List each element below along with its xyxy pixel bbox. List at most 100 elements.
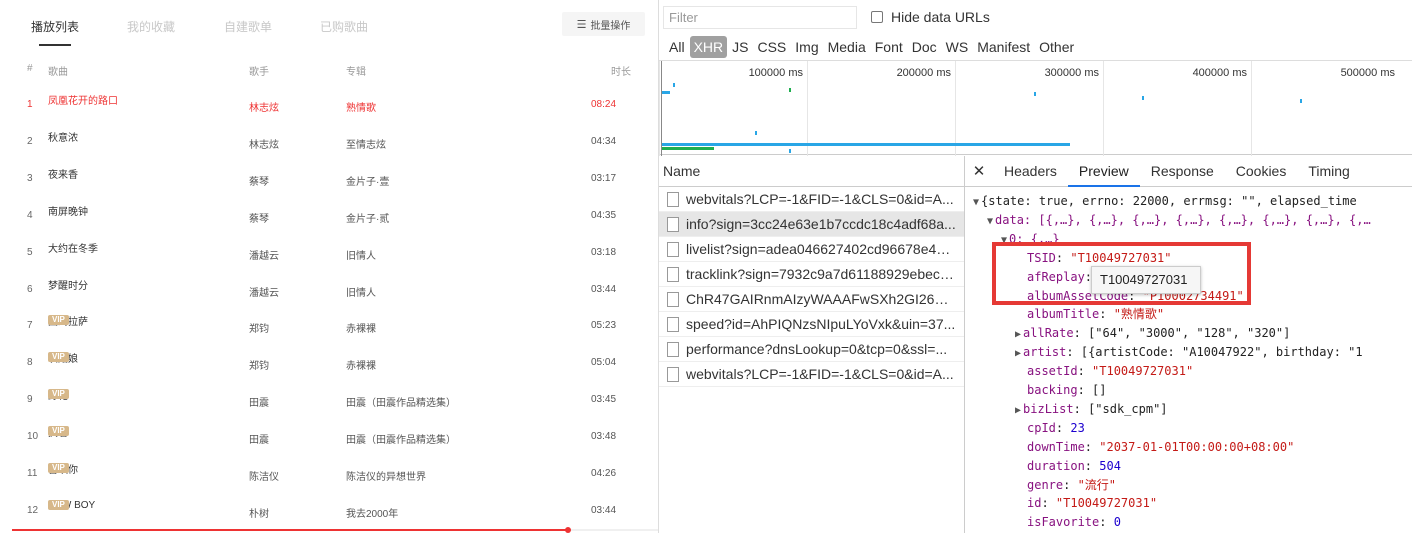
tab-headers[interactable]: Headers [993,156,1068,187]
song-album[interactable]: 赤裸裸 [346,357,376,372]
filter-input[interactable] [663,6,857,29]
close-icon[interactable]: ✕ [965,162,993,180]
type-filter-other[interactable]: Other [1035,36,1078,58]
song-row[interactable]: 5 大约在冬季 潘越云 旧情人 03:18 [0,244,658,263]
tab-custom-playlists[interactable]: 自建歌单 [224,18,272,35]
song-artist[interactable]: 田震 [249,394,269,409]
song-row[interactable]: 6 梦醒时分 潘越云 旧情人 03:44 [0,281,658,300]
request-row[interactable]: tracklink?sign=7932c9a7d61188929ebecc... [659,262,964,287]
song-album[interactable]: 金片子·壹 [346,173,389,188]
vip-badge: VIP [48,315,69,325]
song-album[interactable]: 赤裸裸 [346,320,376,335]
expand-arrow-icon[interactable]: ▼ [1001,235,1007,246]
song-album[interactable]: 金片子·贰 [346,210,389,225]
request-row[interactable]: info?sign=3cc24e63e1b7ccdc18c4adf68a... [659,212,964,237]
expand-arrow-icon[interactable]: ▼ [987,216,993,227]
song-artist[interactable]: 朴树 [249,505,269,520]
json-data-line[interactable]: ▼ data: [{,…}, {,…}, {,…}, {,…}, {,…}, {,… [987,211,1371,229]
song-artist[interactable]: 林志炫 [249,136,279,151]
file-icon [667,266,679,282]
expand-arrow-icon[interactable]: ▶ [1015,405,1021,416]
request-row[interactable]: performance?dnsLookup=0&tcp=0&ssl=... [659,337,964,362]
song-album[interactable]: 旧情人 [346,247,376,262]
json-key: afReplay [1027,270,1085,284]
song-artist[interactable]: 郑钧 [249,320,269,335]
type-filter-css[interactable]: CSS [753,36,790,58]
type-filter-doc[interactable]: Doc [908,36,941,58]
type-filter-img[interactable]: Img [791,36,822,58]
request-row[interactable]: webvitals?LCP=-1&FID=-1&CLS=0&id=A... [659,187,964,212]
request-name: info?sign=3cc24e63e1b7ccdc18c4adf68a... [686,216,956,232]
request-list: webvitals?LCP=-1&FID=-1&CLS=0&id=A... inf… [659,187,964,387]
tab-playlist[interactable]: 播放列表 [31,18,79,46]
song-row[interactable]: 11喜欢你VIP陈洁仪陈洁仪的异想世界04:26 [0,463,658,484]
song-artist[interactable]: 林志炫 [249,99,279,114]
song-artist[interactable]: 潘越云 [249,247,279,262]
song-artist[interactable]: 潘越云 [249,284,279,299]
song-row[interactable]: 12 NEW BOY VIP 朴树 我去2000年 03:44 [0,500,658,521]
type-filter-manifest[interactable]: Manifest [973,36,1034,58]
song-artist[interactable]: 郑钧 [249,357,269,372]
type-filter-js[interactable]: JS [728,36,752,58]
song-album[interactable]: 熟情歌 [346,99,376,114]
request-row[interactable]: webvitals?LCP=-1&FID=-1&CLS=0&id=A... [659,362,964,387]
song-row[interactable]: 8灰姑娘VIP郑钧赤裸裸05:04 [0,352,658,373]
type-filter-xhr[interactable]: XHR [689,36,728,58]
song-row[interactable]: 1 凤凰花开的路口 林志炫 熟情歌 08:24 [0,96,658,115]
name-column-header[interactable]: Name [659,156,964,187]
song-album[interactable]: 田震（田震作品精选集） [346,394,456,409]
json-item-line[interactable]: ▼ 0: {,…} [1001,230,1060,248]
playback-progress-bar[interactable] [12,527,658,533]
timeline-tick: 300000 ms [955,61,1103,156]
hide-data-urls-checkbox[interactable] [871,11,883,23]
song-artist[interactable]: 蔡琴 [249,210,269,225]
type-filter-all[interactable]: All [665,36,689,58]
song-album[interactable]: 陈洁仪的异想世界 [346,468,426,483]
song-album[interactable]: 至情志炫 [346,136,386,151]
json-value: "2037-01-01T00:00:00+08:00" [1099,440,1295,454]
song-album[interactable]: 旧情人 [346,284,376,299]
type-filter-media[interactable]: Media [824,36,870,58]
playback-progress-knob[interactable] [564,527,571,533]
song-row[interactable]: 9野花VIP田震田震（田震作品精选集）03:45 [0,389,658,410]
json-key: downTime [1027,440,1085,454]
request-detail-pane: ✕ Headers Preview Response Cookies Timing ▼{… [965,156,1412,533]
tab-preview[interactable]: Preview [1067,156,1140,187]
song-title-text: 梦醒时分 [48,280,88,292]
devtools-network-panel: Hide data URLs AllXHRJSCSSImgMediaFontDo… [658,0,1412,533]
song-row[interactable]: 3 夜来香 蔡琴 金片子·壹 03:17 [0,170,658,189]
song-album[interactable]: 田震（田震作品精选集） [346,431,456,446]
song-row[interactable]: 2 秋意浓 林志炫 至情志炫 04:34 [0,133,658,152]
request-row[interactable]: livelist?sign=adea046627402cd96678e498..… [659,237,964,262]
type-filter-font[interactable]: Font [871,36,907,58]
expand-arrow-icon[interactable]: ▼ [973,197,979,208]
request-row[interactable]: ChR47GAIRnmAIzyWAAAFwSXh2GI263.lrc [659,287,964,312]
song-artist[interactable]: 蔡琴 [249,173,269,188]
json-field-line[interactable]: ▶ bizList: ["sdk_cpm"] [1015,400,1168,418]
timeline-request-mark [755,131,757,135]
song-duration: 08:24 [591,99,617,110]
song-artist[interactable]: 田震 [249,431,269,446]
song-album[interactable]: 我去2000年 [346,505,398,520]
song-number: 10 [27,431,39,442]
tab-purchased[interactable]: 已购歌曲 [320,18,368,35]
song-row[interactable]: 7回到拉萨VIP郑钧赤裸裸05:23 [0,315,658,336]
batch-operation-button[interactable]: ☰ 批量操作 [562,12,645,36]
tab-cookies[interactable]: Cookies [1225,156,1298,187]
json-field-line[interactable]: ▶ allRate: ["64", "3000", "128", "320"] [1015,324,1290,342]
tab-favorites[interactable]: 我的收藏 [127,18,175,35]
song-duration: 03:45 [591,394,617,405]
hide-data-urls-option[interactable]: Hide data URLs [871,9,990,25]
song-artist[interactable]: 陈洁仪 [249,468,279,483]
song-row[interactable]: 4 南屏晚钟 蔡琴 金片子·贰 04:35 [0,207,658,226]
type-filter-ws[interactable]: WS [942,36,973,58]
tab-timing[interactable]: Timing [1297,156,1361,187]
request-row[interactable]: speed?id=AhPIQNzsNIpuLYoVxk&uin=37... [659,312,964,337]
network-timeline-overview[interactable]: 100000 ms 200000 ms 300000 ms 400000 ms 5000… [659,60,1412,156]
tab-response[interactable]: Response [1140,156,1225,187]
song-row[interactable]: 10执着VIP田震田震（田震作品精选集）03:48 [0,426,658,447]
expand-arrow-icon[interactable]: ▶ [1015,348,1021,359]
expand-arrow-icon[interactable]: ▶ [1015,329,1021,340]
json-field-line[interactable]: ▶ artist: [{artistCode: "A10047922", birt… [1015,343,1363,361]
json-root-line[interactable]: ▼ {state: true, errno: 22000, errmsg: "",… [973,192,1357,210]
